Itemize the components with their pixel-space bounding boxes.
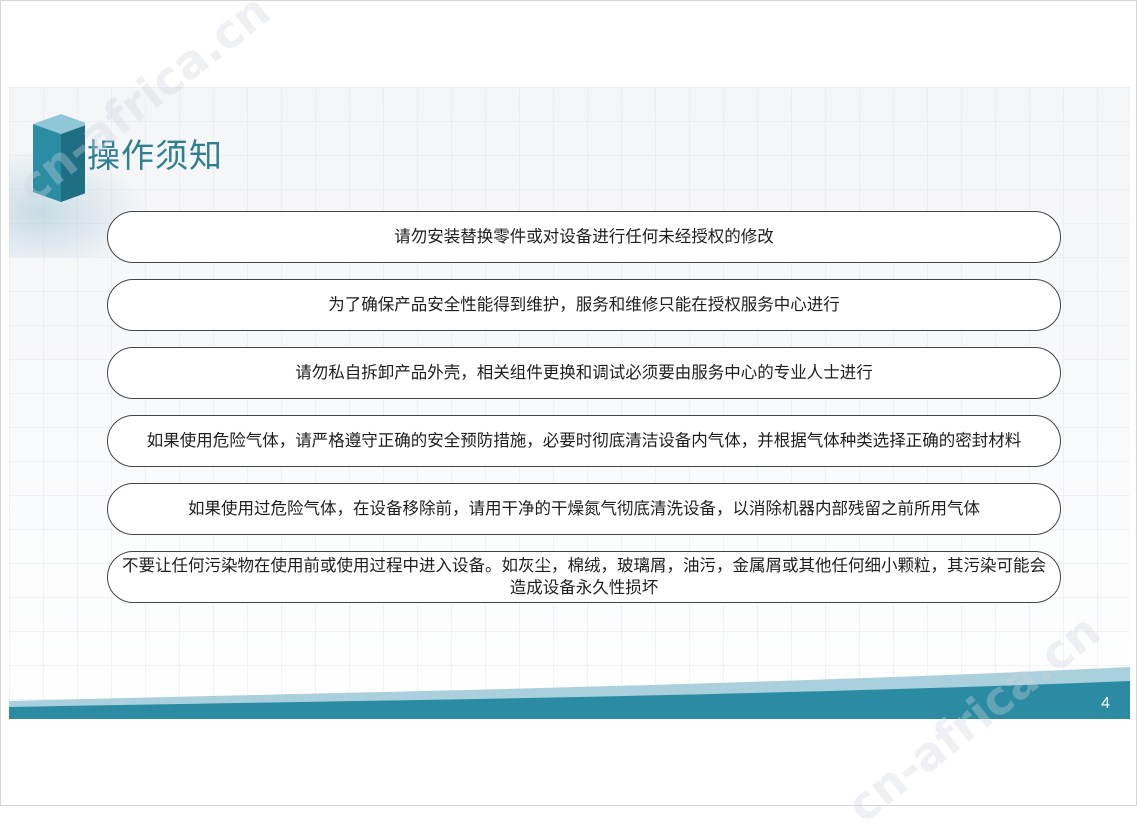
- note-item-1: 请勿安装替换零件或对设备进行任何未经授权的修改: [107, 211, 1061, 263]
- note-item-5: 如果使用过危险气体，在设备移除前，请用干净的干燥氮气彻底清洗设备，以消除机器内部…: [107, 483, 1061, 535]
- note-item-4: 如果使用危险气体，请严格遵守正确的安全预防措施，必要时彻底清洁设备内气体，并根据…: [107, 415, 1061, 467]
- page-number: 4: [1101, 695, 1110, 712]
- note-item-2: 为了确保产品安全性能得到维护，服务和维修只能在授权服务中心进行: [107, 279, 1061, 331]
- slide: 操作须知 请勿安装替换零件或对设备进行任何未经授权的修改 为了确保产品安全性能得…: [9, 87, 1130, 719]
- page-frame: 操作须知 请勿安装替换零件或对设备进行任何未经授权的修改 为了确保产品安全性能得…: [0, 0, 1137, 833]
- bottom-wave-band: [9, 667, 1130, 719]
- note-item-3: 请勿私自拆卸产品外壳，相关组件更换和调试必须要由服务中心的专业人士进行: [107, 347, 1061, 399]
- note-item-6: 不要让任何污染物在使用前或使用过程中进入设备。如灰尘，棉绒，玻璃屑，油污，金属屑…: [107, 551, 1061, 603]
- title-accent-icon: [33, 114, 85, 202]
- slide-title: 操作须知: [87, 136, 223, 175]
